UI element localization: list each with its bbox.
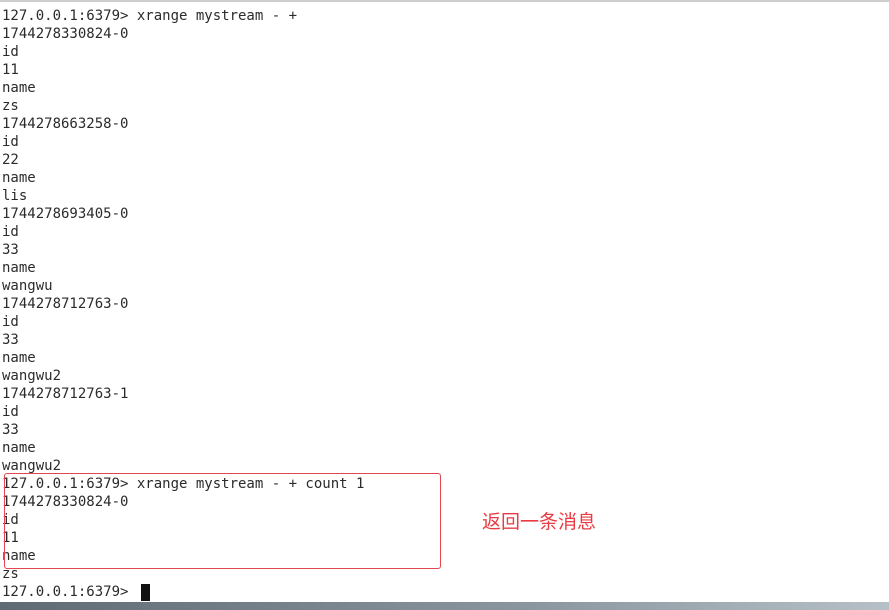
annotation-label: 返回一条消息: [482, 511, 597, 533]
terminal-line: 1744278712763-0: [2, 296, 129, 312]
terminal-line: id: [2, 44, 19, 60]
terminal-line: 1744278693405-0: [2, 206, 129, 222]
terminal-line: wangwu: [2, 278, 53, 294]
terminal-line: id: [2, 404, 19, 420]
terminal-line: id: [2, 314, 19, 330]
terminal-line: 1744278663258-0: [2, 116, 129, 132]
window-top-border: [0, 0, 889, 2]
terminal-input-line[interactable]: 127.0.0.1:6379>: [2, 583, 150, 601]
terminal-line: name: [2, 440, 36, 456]
terminal-line: name: [2, 170, 36, 186]
terminal-line: 127.0.0.1:6379> xrange mystream - +: [2, 8, 298, 24]
terminal-window[interactable]: 127.0.0.1:6379> xrange mystream - + 1744…: [0, 0, 889, 602]
terminal-line: 1744278330824-0: [2, 26, 129, 42]
terminal-line: 33: [2, 332, 19, 348]
terminal-line: id: [2, 134, 19, 150]
taskbar-strip: [0, 602, 889, 610]
text-cursor: [140, 583, 150, 601]
highlight-box: [4, 473, 441, 569]
terminal-line: wangwu2: [2, 368, 62, 384]
terminal-line: zs: [2, 98, 19, 114]
prompt-text: 127.0.0.1:6379>: [2, 584, 137, 600]
terminal-line: id: [2, 224, 19, 240]
terminal-line: name: [2, 350, 36, 366]
terminal-line: name: [2, 260, 36, 276]
terminal-line: 11: [2, 62, 19, 78]
terminal-line: 1744278712763-1: [2, 386, 129, 402]
terminal-line: 33: [2, 242, 19, 258]
terminal-line: 22: [2, 152, 19, 168]
terminal-line: name: [2, 80, 36, 96]
terminal-line: lis: [2, 188, 28, 204]
terminal-line: 33: [2, 422, 19, 438]
